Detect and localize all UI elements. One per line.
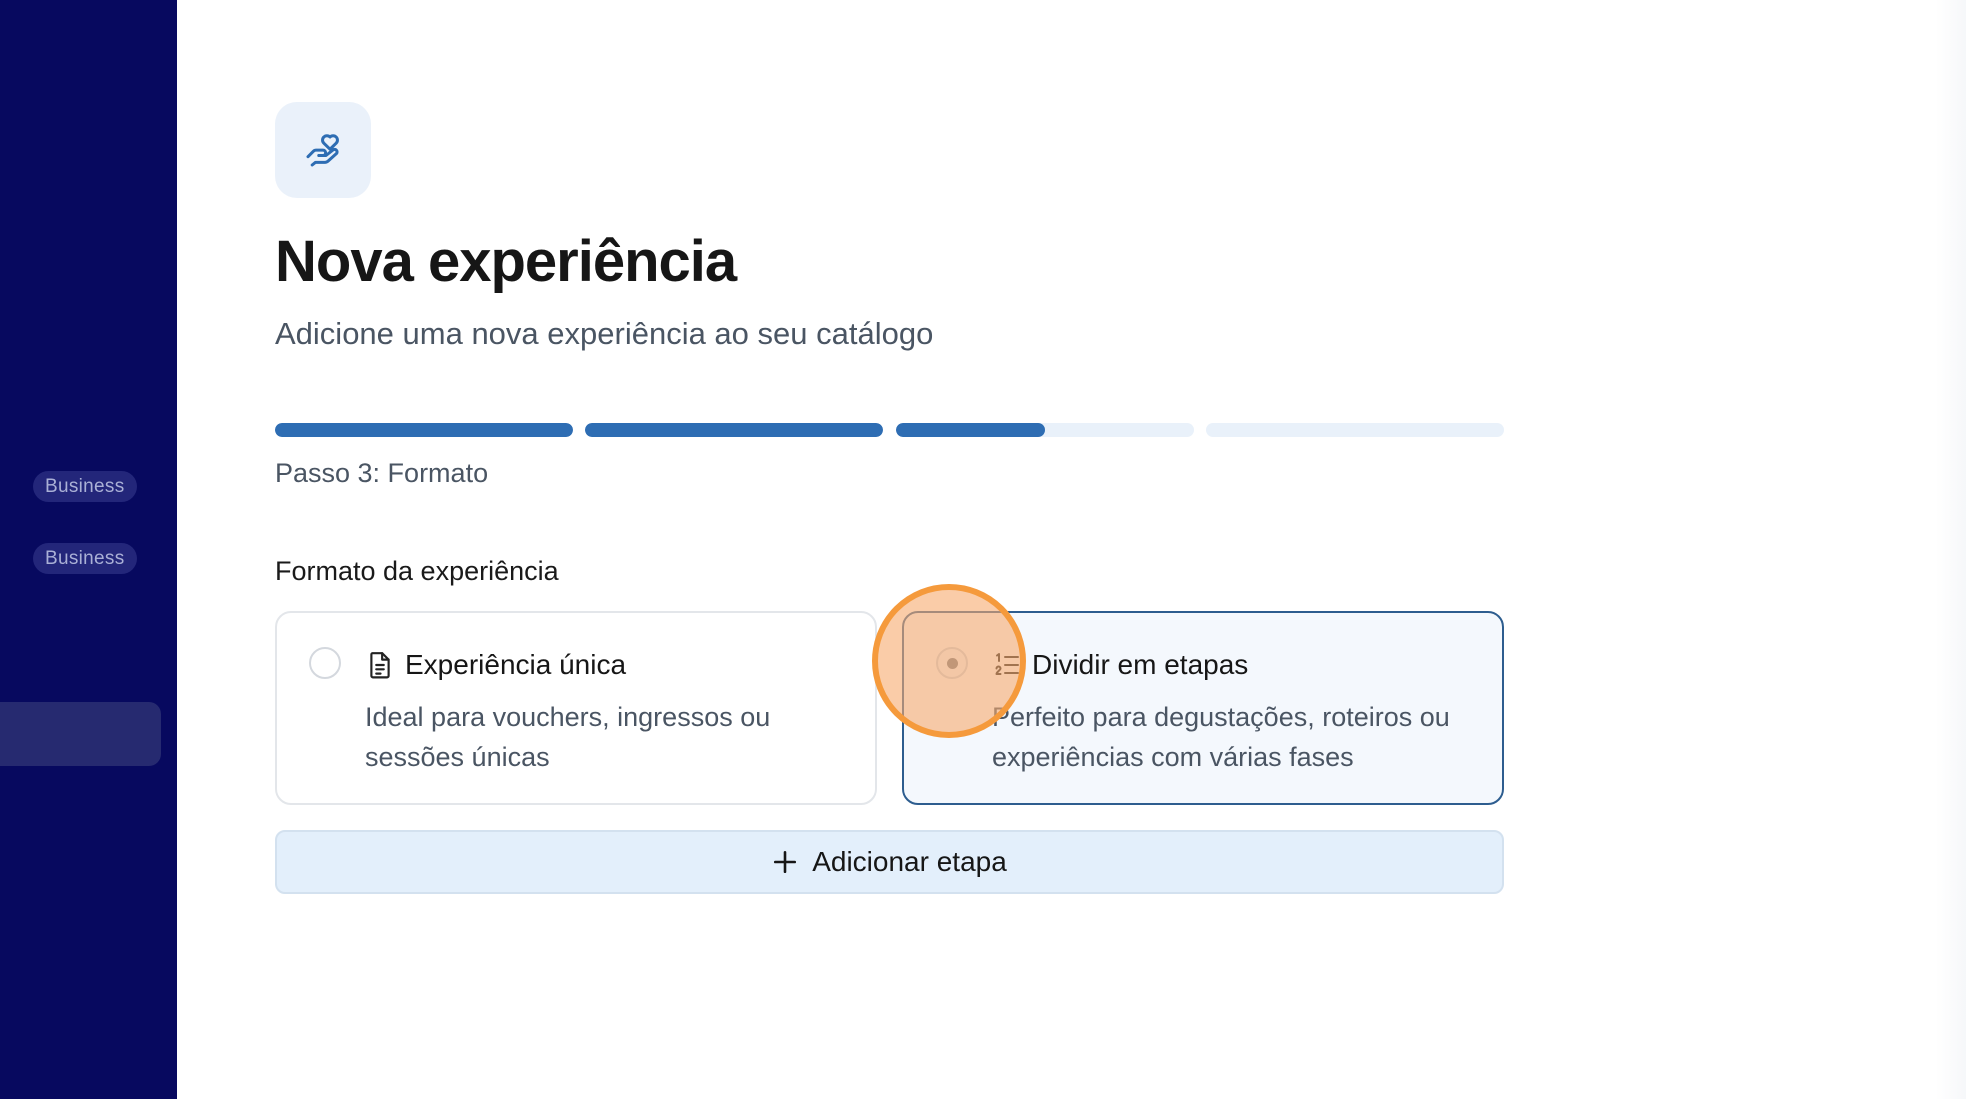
sidebar-active-item[interactable] [0,702,161,766]
sidebar: Business Business [0,0,177,1099]
hand-heart-icon [275,102,371,198]
progress-segment [585,423,883,437]
option-title: Dividir em etapas [1032,649,1249,680]
radio-single[interactable] [309,647,341,679]
progress-segment [896,423,1194,437]
option-description: Ideal para vouchers, ingressos ou sessõe… [365,702,771,772]
format-option-single[interactable]: Experiência única Ideal para vouchers, i… [275,611,877,805]
progress-segment [1206,423,1504,437]
option-description: Perfeito para degustações, roteiros ou e… [992,702,1450,772]
format-section-label: Formato da experiência [275,556,559,586]
format-option-steps[interactable]: Dividir em etapas Perfeito para degustaç… [902,611,1504,805]
step-label: Passo 3: Formato [275,458,489,488]
plus-icon [774,850,797,874]
option-title: Experiência única [405,649,627,680]
page-title: Nova experiência [275,229,737,294]
progress-fill [896,423,1045,437]
progress-fill [585,423,883,437]
page-edge-shadow [1936,0,1966,1099]
progress-segment [275,423,573,437]
document-icon [370,652,390,679]
radio-dot [947,658,958,669]
numbered-list-icon [995,653,1019,675]
add-step-button[interactable]: Adicionar etapa [275,830,1504,894]
page-subtitle: Adicione uma nova experiência ao seu cat… [275,316,934,351]
sidebar-badge-business[interactable]: Business [33,471,137,502]
radio-steps[interactable] [936,647,968,679]
sidebar-badge-business[interactable]: Business [33,543,137,574]
add-step-label: Adicionar etapa [812,846,1007,877]
progress-fill [275,423,573,437]
